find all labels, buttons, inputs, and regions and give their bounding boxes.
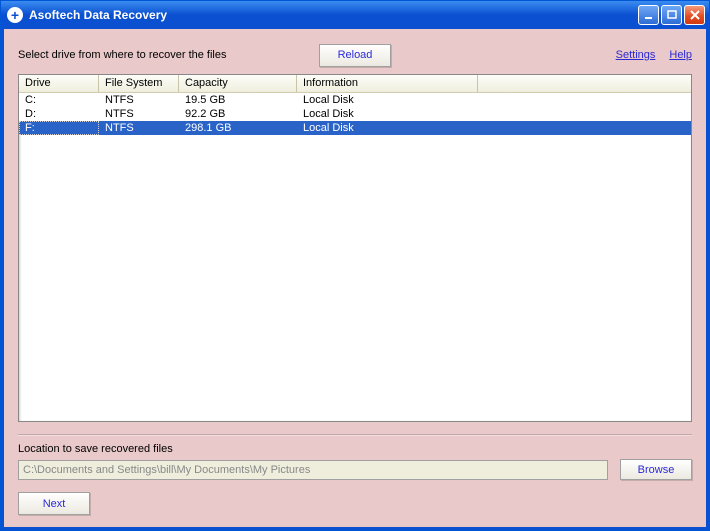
cell-drive: C:: [19, 93, 99, 107]
col-header-filesystem[interactable]: File System: [99, 75, 179, 92]
cell-capacity: 92.2 GB: [179, 107, 297, 121]
table-row[interactable]: D:NTFS92.2 GBLocal Disk: [19, 107, 691, 121]
select-drive-prompt: Select drive from where to recover the f…: [18, 49, 226, 61]
settings-link[interactable]: Settings: [616, 49, 656, 61]
cell-filesystem: NTFS: [99, 107, 179, 121]
window-controls: [638, 5, 705, 25]
cell-capacity: 19.5 GB: [179, 93, 297, 107]
col-header-information[interactable]: Information: [297, 75, 478, 92]
titlebar: + Asoftech Data Recovery: [1, 1, 709, 29]
top-toolbar: Select drive from where to recover the f…: [18, 42, 692, 68]
minimize-button[interactable]: [638, 5, 659, 25]
close-icon: [689, 9, 701, 21]
col-header-extra[interactable]: [478, 75, 691, 92]
app-icon: +: [7, 7, 23, 23]
save-location-input[interactable]: [18, 460, 608, 480]
maximize-button[interactable]: [661, 5, 682, 25]
cell-filesystem: NTFS: [99, 121, 179, 135]
cell-information: Local Disk: [297, 93, 478, 107]
help-link[interactable]: Help: [669, 49, 692, 61]
cell-capacity: 298.1 GB: [179, 121, 297, 135]
client-area: Select drive from where to recover the f…: [1, 29, 709, 530]
cell-filesystem: NTFS: [99, 93, 179, 107]
bottom-panel: Location to save recovered files Browse …: [18, 434, 692, 515]
window-title: Asoftech Data Recovery: [29, 8, 167, 22]
divider: [18, 434, 692, 435]
cell-information: Local Disk: [297, 107, 478, 121]
col-header-capacity[interactable]: Capacity: [179, 75, 297, 92]
app-window: + Asoftech Data Recovery Select drive fr…: [0, 0, 710, 531]
drive-list[interactable]: Drive File System Capacity Information C…: [18, 74, 692, 422]
cell-information: Local Disk: [297, 121, 478, 135]
minimize-icon: [643, 9, 655, 21]
cell-drive: F:: [19, 121, 99, 135]
reload-button[interactable]: Reload: [319, 44, 391, 67]
col-header-drive[interactable]: Drive: [19, 75, 99, 92]
table-row[interactable]: F:NTFS298.1 GBLocal Disk: [19, 121, 691, 135]
save-location-label: Location to save recovered files: [18, 443, 692, 455]
maximize-icon: [666, 9, 678, 21]
browse-button[interactable]: Browse: [620, 459, 692, 480]
column-headers: Drive File System Capacity Information: [19, 75, 691, 93]
cell-drive: D:: [19, 107, 99, 121]
table-row[interactable]: C:NTFS19.5 GBLocal Disk: [19, 93, 691, 107]
close-button[interactable]: [684, 5, 705, 25]
next-button[interactable]: Next: [18, 492, 90, 515]
drive-list-body: C:NTFS19.5 GBLocal DiskD:NTFS92.2 GBLoca…: [19, 93, 691, 135]
